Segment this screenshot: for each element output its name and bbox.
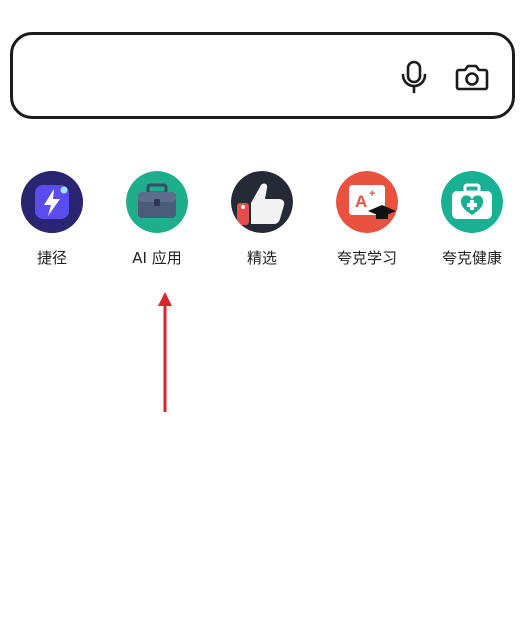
camera-icon[interactable]: [454, 59, 490, 95]
shortcut-label: 精选: [246, 249, 277, 267]
shortcut-quark-health[interactable]: 夸克健康: [427, 171, 517, 268]
shortcut-ai-apps[interactable]: AI 应用: [112, 171, 202, 268]
briefcase-icon: [126, 171, 188, 233]
shortcut-quark-learning[interactable]: A + 夸克学习: [322, 171, 412, 268]
shortcut-label: AI 应用: [132, 249, 182, 267]
lightning-card-icon: [21, 171, 83, 233]
shortcut-label: 捷径: [36, 249, 67, 267]
shortcut-label: 夸克学习: [336, 249, 397, 267]
thumbs-up-icon: [231, 171, 293, 233]
microphone-icon[interactable]: [396, 59, 432, 95]
medical-kit-icon: [441, 171, 503, 233]
shortcut-row: 捷径 AI 应用 精选 A + 夸克学习 夸克健康: [0, 171, 525, 281]
search-bar[interactable]: [10, 32, 515, 119]
shortcut-featured[interactable]: 精选: [217, 171, 307, 268]
annotation-arrow: [158, 292, 172, 412]
svg-text:+: +: [369, 188, 375, 200]
svg-text:A: A: [355, 192, 367, 211]
shortcut-label: 夸克健康: [441, 249, 502, 267]
graduation-board-icon: A +: [336, 171, 398, 233]
shortcut-shortcuts[interactable]: 捷径: [7, 171, 97, 268]
